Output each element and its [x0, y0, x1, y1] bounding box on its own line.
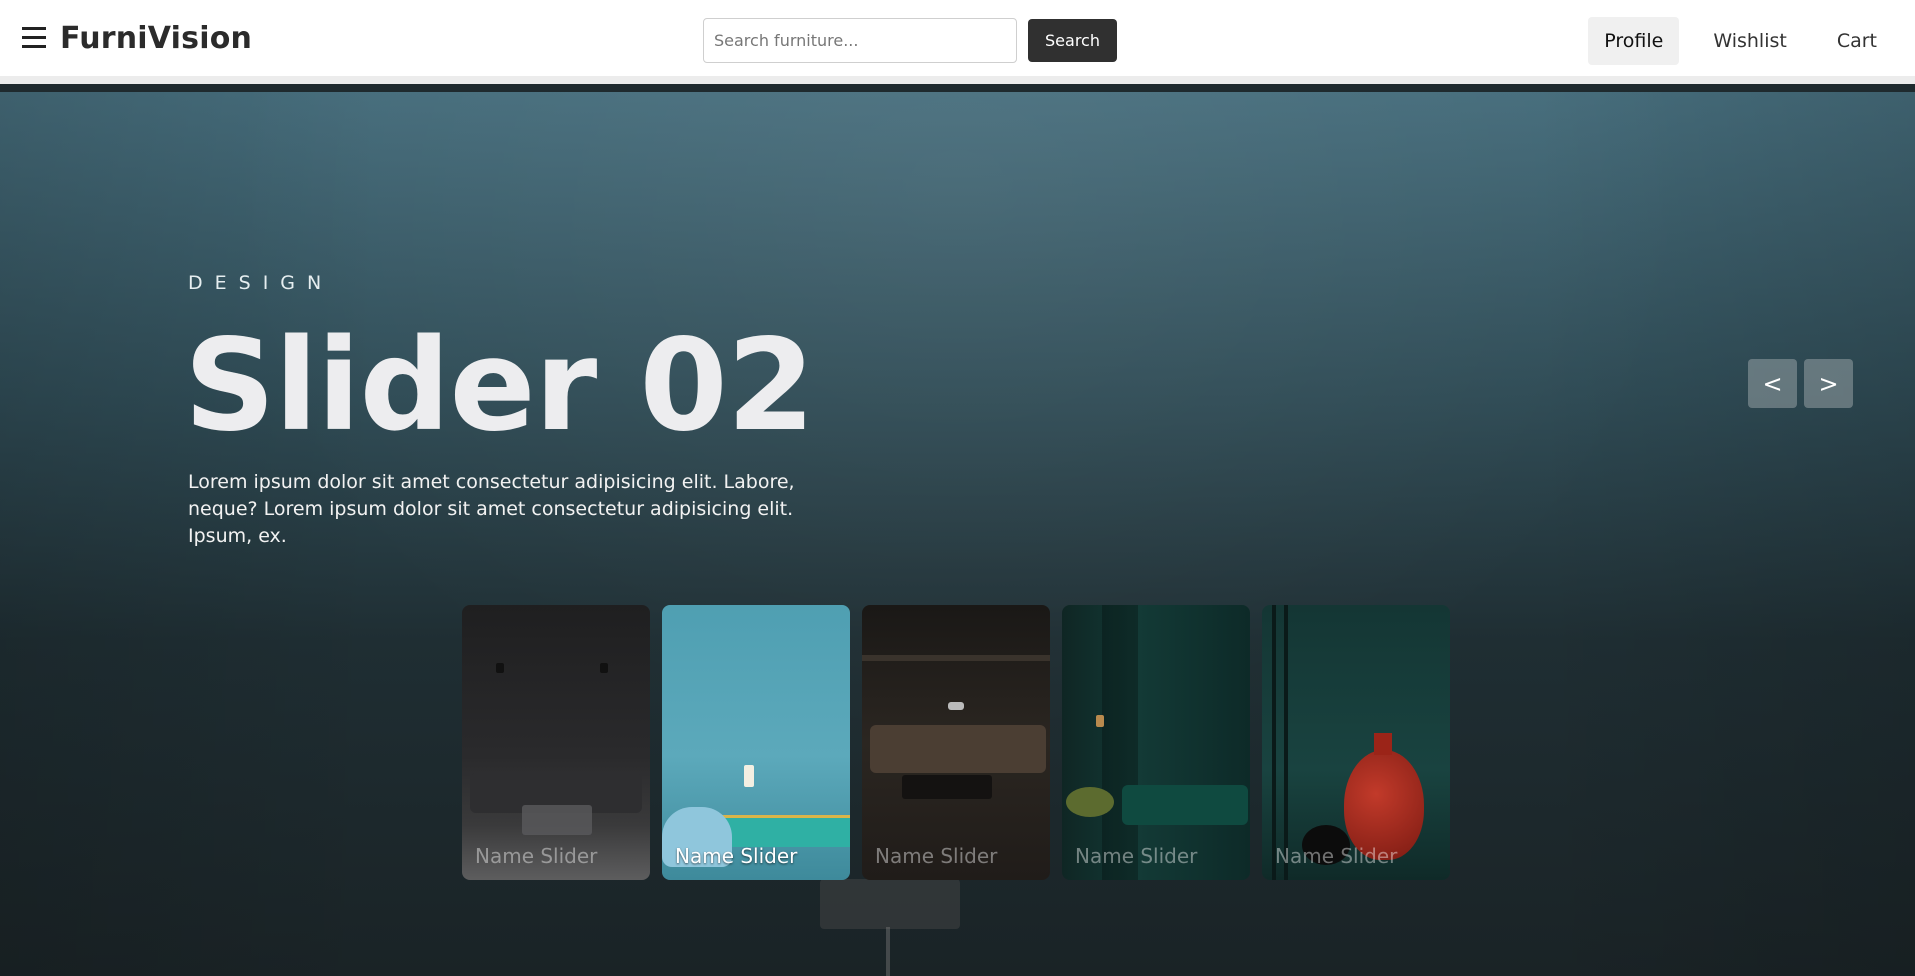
thumbnail-label: Name Slider [1275, 844, 1398, 868]
background-lamp-pole [886, 927, 890, 976]
nav-profile[interactable]: Profile [1588, 17, 1680, 65]
thumbnail-label: Name Slider [1075, 844, 1198, 868]
slider-thumbnails: Name Slider Name Slider Name Slider Name… [462, 605, 1450, 880]
prev-slide-button[interactable]: < [1748, 359, 1797, 408]
thumbnail-image [662, 605, 850, 880]
thumbnail-label: Name Slider [675, 844, 798, 868]
next-slide-button[interactable]: > [1804, 359, 1853, 408]
thumbnail-image [1262, 605, 1450, 880]
brand-logo[interactable]: FurniVision [60, 21, 252, 56]
nav-cart[interactable]: Cart [1821, 17, 1893, 65]
thumbnail-image [1062, 605, 1250, 880]
hamburger-menu-icon[interactable] [22, 27, 46, 49]
thumbnail-label: Name Slider [475, 844, 598, 868]
hero-title: Slider 02 [184, 311, 815, 459]
search-input[interactable] [703, 18, 1017, 63]
slide-thumbnail-active[interactable]: Name Slider [662, 605, 850, 880]
slide-thumbnail[interactable]: Name Slider [1262, 605, 1450, 880]
thumbnail-image [862, 605, 1050, 880]
slide-thumbnail[interactable]: Name Slider [1062, 605, 1250, 880]
thumbnail-image [462, 605, 650, 880]
search-bar: Search [703, 18, 1117, 63]
thumbnail-label: Name Slider [875, 844, 998, 868]
slide-thumbnail[interactable]: Name Slider [862, 605, 1050, 880]
user-nav: Profile Wishlist Cart [1588, 17, 1915, 65]
hero-slider: DESIGN Slider 02 Lorem ipsum dolor sit a… [0, 92, 1915, 976]
slider-controls: < > [1748, 359, 1853, 408]
hero-eyebrow: DESIGN [188, 272, 334, 294]
hero-description: Lorem ipsum dolor sit amet consectetur a… [188, 471, 795, 547]
slide-thumbnail[interactable]: Name Slider [462, 605, 650, 880]
nav-wishlist[interactable]: Wishlist [1697, 17, 1803, 65]
background-lamp [820, 879, 960, 929]
search-button[interactable]: Search [1028, 19, 1117, 62]
top-navbar: FurniVision Search Profile Wishlist Cart [0, 0, 1915, 84]
